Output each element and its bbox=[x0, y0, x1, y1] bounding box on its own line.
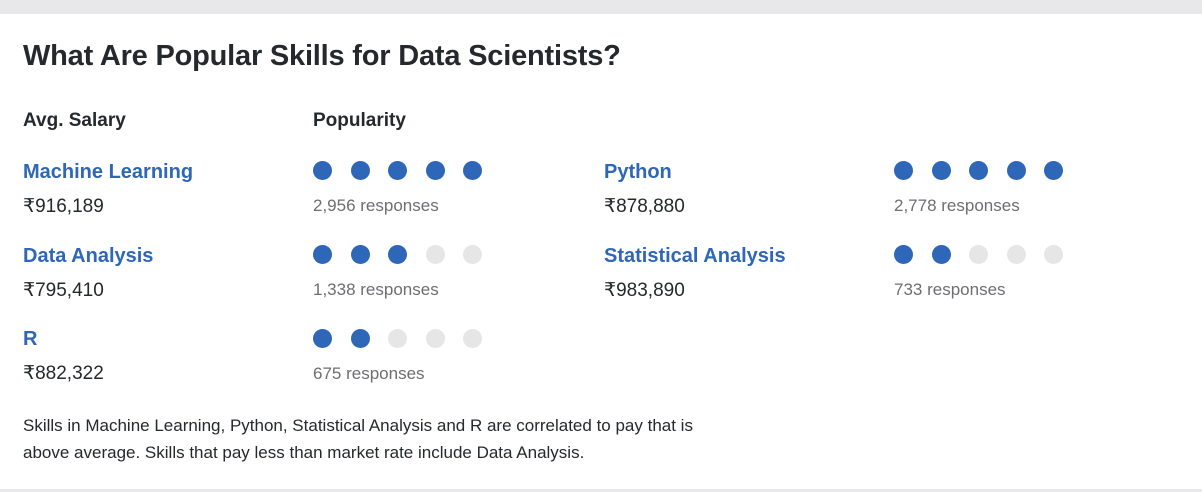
responses-count-r: 675 responses bbox=[313, 364, 425, 383]
popularity-dot-filled bbox=[931, 161, 951, 180]
popularity-rating-r bbox=[313, 329, 501, 348]
popularity-dot-empty bbox=[1006, 245, 1026, 264]
popularity-rating-statistical-analysis bbox=[894, 245, 1082, 264]
popularity-dot-filled bbox=[388, 245, 407, 264]
popularity-dot-empty bbox=[463, 245, 482, 264]
section-title: What Are Popular Skills for Data Scienti… bbox=[23, 40, 621, 72]
responses-count-statistical-analysis: 733 responses bbox=[894, 280, 1006, 299]
popularity-dot-empty bbox=[969, 245, 988, 264]
skill-link-statistical-analysis[interactable]: Statistical Analysis bbox=[604, 245, 786, 268]
skill-link-r[interactable]: R bbox=[23, 328, 37, 351]
avg-salary-header: Avg. Salary bbox=[23, 110, 126, 131]
popularity-rating-python bbox=[894, 161, 1082, 180]
responses-count-python: 2,778 responses bbox=[894, 196, 1020, 215]
skill-salary-data-analysis: ₹795,410 bbox=[23, 280, 104, 301]
skill-link-data-analysis[interactable]: Data Analysis bbox=[23, 245, 153, 268]
top-divider bbox=[0, 0, 1202, 14]
popularity-rating-data-analysis bbox=[313, 245, 501, 264]
popularity-dot-filled bbox=[463, 161, 482, 180]
popularity-dot-filled bbox=[313, 329, 332, 348]
skill-salary-machine-learning: ₹916,189 bbox=[23, 196, 104, 217]
popularity-dot-empty bbox=[388, 329, 407, 348]
skill-salary-statistical-analysis: ₹983,890 bbox=[604, 280, 685, 301]
skill-link-machine-learning[interactable]: Machine Learning bbox=[23, 161, 193, 184]
responses-count-machine-learning: 2,956 responses bbox=[313, 196, 439, 215]
popularity-dot-empty bbox=[425, 245, 445, 264]
popularity-dot-filled bbox=[1044, 161, 1063, 180]
popularity-dot-filled bbox=[350, 245, 370, 264]
popularity-dot-filled bbox=[388, 161, 407, 180]
popularity-dot-filled bbox=[350, 329, 370, 348]
popular-skills-card: What Are Popular Skills for Data Scienti… bbox=[0, 14, 1202, 489]
popularity-rating-machine-learning bbox=[313, 161, 501, 180]
popularity-dot-empty bbox=[425, 329, 445, 348]
popularity-dot-filled bbox=[969, 161, 988, 180]
skill-salary-r: ₹882,322 bbox=[23, 363, 104, 384]
popularity-dot-filled bbox=[350, 161, 370, 180]
popularity-dot-filled bbox=[313, 245, 332, 264]
popularity-header: Popularity bbox=[313, 110, 406, 131]
popularity-dot-filled bbox=[313, 161, 332, 180]
skill-salary-python: ₹878,880 bbox=[604, 196, 685, 217]
popularity-dot-empty bbox=[1044, 245, 1063, 264]
popularity-dot-filled bbox=[894, 245, 913, 264]
responses-count-data-analysis: 1,338 responses bbox=[313, 280, 439, 299]
popularity-dot-filled bbox=[1006, 161, 1026, 180]
popularity-dot-empty bbox=[463, 329, 482, 348]
popularity-dot-filled bbox=[894, 161, 913, 180]
skills-summary-text: Skills in Machine Learning, Python, Stat… bbox=[23, 416, 693, 462]
skill-link-python[interactable]: Python bbox=[604, 161, 672, 184]
popularity-dot-filled bbox=[931, 245, 951, 264]
popularity-dot-filled bbox=[425, 161, 445, 180]
